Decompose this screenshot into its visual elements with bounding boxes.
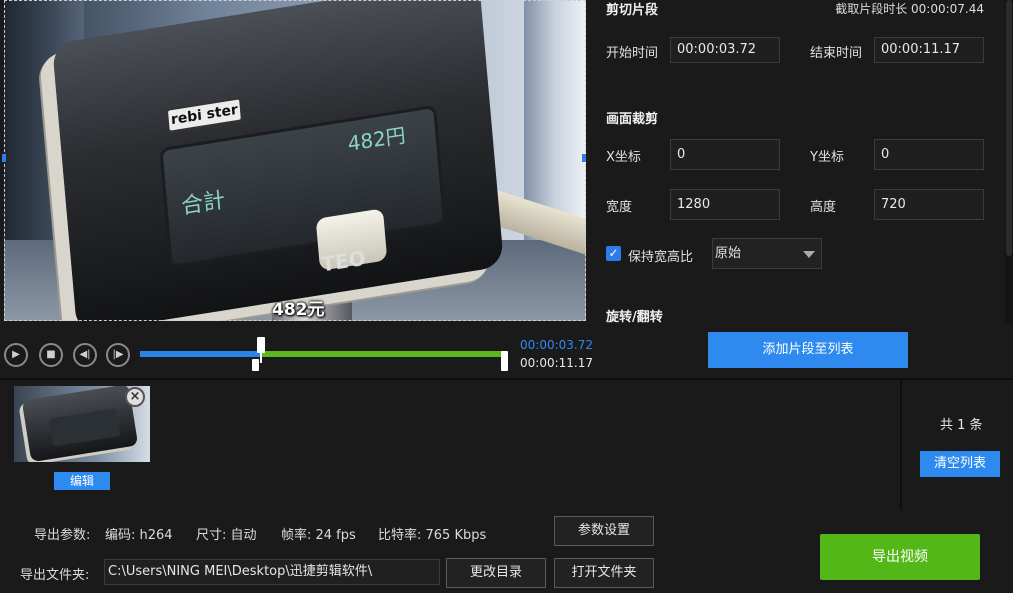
price-display-device: rebi ster 482円 合計 TEO (51, 0, 505, 321)
device-screen: 482円 合計 (159, 104, 447, 269)
stop-button[interactable]: ■ (39, 343, 63, 367)
next-frame-button[interactable]: |▶ (106, 343, 130, 367)
ratio-select-value: 原始 (715, 246, 742, 261)
change-directory-button[interactable]: 更改目录 (446, 558, 546, 588)
open-folder-button[interactable]: 打开文件夹 (554, 558, 654, 588)
device-screen-total: 合計 (180, 187, 226, 220)
start-trim-handle[interactable] (252, 359, 259, 371)
edit-clip-button[interactable]: 编辑 (54, 472, 110, 490)
clear-list-button[interactable]: 清空列表 (920, 451, 1000, 477)
export-params-label: 导出参数: (34, 528, 91, 543)
clip-count: 共 1 条 (940, 418, 983, 433)
settings-button[interactable]: 参数设置 (554, 516, 654, 546)
add-to-list-button[interactable]: 添加片段至列表 (708, 332, 908, 368)
clip-settings-panel: 剪切片段 截取片段时长 00:00:07.44 开始时间 00:00:03.72… (596, 0, 1013, 325)
height-label: 高度 (810, 200, 837, 215)
x-coord-label: X坐标 (606, 150, 641, 165)
video-subtitle: 482元 (272, 300, 325, 320)
thumbnail-screen (48, 408, 121, 447)
clip-section-title: 剪切片段 (606, 3, 659, 18)
y-coord-input[interactable]: 0 (874, 139, 984, 170)
clip-list: × 编辑 (0, 380, 900, 510)
device-screen-price: 482円 (346, 122, 407, 156)
video-preview[interactable]: rebi ster 482円 合計 TEO 482元 (4, 0, 586, 321)
keep-ratio-checkbox[interactable]: ✓ (606, 246, 621, 261)
thumbnail-device (21, 386, 139, 462)
keep-ratio-label: 保持宽高比 (628, 250, 694, 265)
crop-handle-left[interactable] (2, 154, 6, 162)
timeline-selection[interactable] (260, 351, 502, 357)
scrollbar-thumb[interactable] (1006, 0, 1012, 256)
play-icon: ▶ (12, 349, 20, 360)
next-frame-icon: |▶ (112, 349, 124, 360)
close-icon[interactable]: × (125, 387, 145, 407)
height-input[interactable]: 720 (874, 189, 984, 220)
end-trim-handle[interactable] (501, 351, 508, 371)
end-time: 00:00:11.17 (520, 356, 593, 370)
clip-list-sidebar: 共 1 条 清空列表 (900, 380, 1013, 510)
export-video-button[interactable]: 导出视频 (820, 534, 980, 580)
start-trim-stem (260, 353, 262, 363)
end-time-input[interactable]: 00:00:11.17 (874, 37, 984, 63)
chevron-down-icon (803, 251, 815, 258)
play-button[interactable]: ▶ (4, 343, 28, 367)
width-label: 宽度 (606, 200, 633, 215)
export-codec: 编码: h264 (105, 528, 173, 543)
export-fps: 帧率: 24 fps (281, 528, 356, 543)
width-input[interactable]: 1280 (670, 189, 780, 220)
export-section: 导出参数: 编码: h264 尺寸: 自动 帧率: 24 fps 比特率: 76… (0, 510, 1013, 593)
panel-scrollbar[interactable] (1005, 0, 1013, 323)
y-coord-label: Y坐标 (810, 150, 844, 165)
x-coord-input[interactable]: 0 (670, 139, 780, 170)
export-folder-input[interactable]: C:\Users\NING MEI\Desktop\迅捷剪辑软件\ (104, 559, 440, 585)
timeline-played[interactable] (140, 351, 260, 357)
current-time: 00:00:03.72 (520, 338, 593, 352)
device-brand-label: rebi ster (165, 97, 243, 133)
start-time-input[interactable]: 00:00:03.72 (670, 37, 780, 63)
ratio-select[interactable]: 原始 (712, 238, 822, 269)
crop-section-title: 画面裁剪 (606, 112, 659, 127)
end-time-label: 结束时间 (810, 46, 863, 61)
export-folder-label: 导出文件夹: (20, 568, 90, 583)
crop-handle-right[interactable] (582, 154, 586, 162)
prev-frame-icon: ◀| (79, 349, 91, 360)
clip-duration-label: 截取片段时长 00:00:07.44 (835, 2, 984, 16)
export-bitrate: 比特率: 765 Kbps (378, 528, 487, 543)
export-size: 尺寸: 自动 (196, 528, 257, 543)
playback-bar: ▶ ■ ◀| |▶ 00:00:03.72 00:00:11.17 添加片段至列… (0, 323, 1013, 379)
start-time-label: 开始时间 (606, 46, 659, 61)
playhead-marker[interactable] (257, 337, 265, 353)
stop-icon: ■ (46, 349, 56, 360)
prev-frame-button[interactable]: ◀| (73, 343, 97, 367)
